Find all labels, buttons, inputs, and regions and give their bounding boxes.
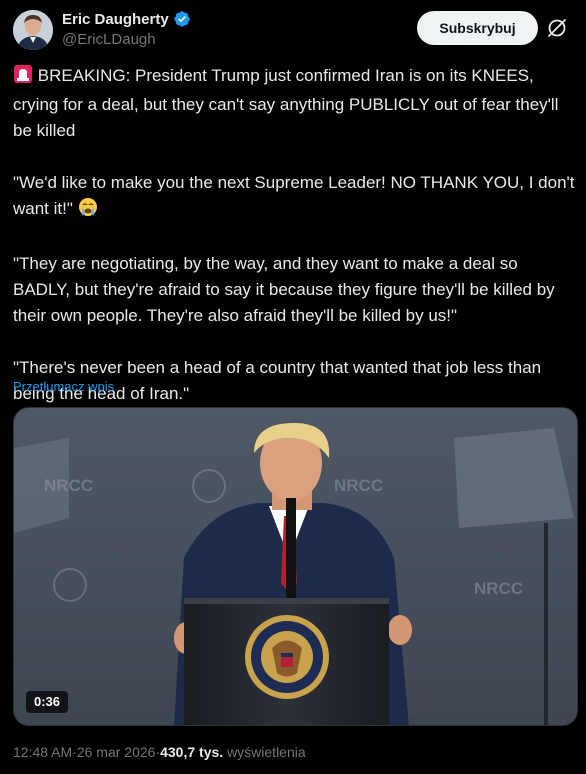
- post-paragraph: BREAKING: President Trump just confirmed…: [13, 63, 575, 144]
- siren-emoji-icon: [13, 64, 33, 92]
- grok-slash-icon[interactable]: [545, 16, 569, 40]
- author-block: Eric Daugherty @EricLDaugh: [62, 10, 191, 48]
- post-text: BREAKING: President Trump just confirmed…: [13, 63, 575, 407]
- avatar[interactable]: [13, 10, 53, 50]
- post-date[interactable]: 26 mar 2026: [77, 744, 156, 760]
- video-frame: NRCC NRCC NRCC: [14, 408, 577, 725]
- author-handle[interactable]: @EricLDaugh: [62, 31, 191, 48]
- subscribe-button[interactable]: Subskrybuj: [417, 11, 538, 45]
- post-header: Eric Daugherty @EricLDaugh Subskrybuj: [13, 8, 578, 52]
- post-meta: 12:48 AM · 26 mar 2026 · 430,7 tys. wyśw…: [13, 744, 306, 760]
- video-duration: 0:36: [26, 691, 69, 713]
- post-paragraph: "They are negotiating, by the way, and t…: [13, 251, 575, 329]
- post-time[interactable]: 12:48 AM: [13, 744, 72, 760]
- author-display-name[interactable]: Eric Daugherty: [62, 11, 169, 28]
- translate-post-link[interactable]: Przetłumacz wpis: [13, 379, 114, 394]
- video-player[interactable]: NRCC NRCC NRCC: [13, 407, 578, 726]
- backdrop-text: NRCC: [474, 579, 523, 598]
- backdrop-text: NRCC: [334, 476, 383, 495]
- views-count[interactable]: 430,7 tys.: [160, 744, 223, 760]
- verified-badge-icon: [174, 11, 190, 27]
- backdrop-text: NRCC: [44, 476, 93, 495]
- presidential-seal-icon: [245, 615, 329, 699]
- post-paragraph: "We'd like to make you the next Supreme …: [13, 170, 575, 225]
- paragraph-text: "They are negotiating, by the way, and t…: [13, 254, 555, 325]
- views-label: wyświetlenia: [227, 744, 306, 760]
- paragraph-text: BREAKING: President Trump just confirmed…: [13, 66, 559, 140]
- loudly-crying-emoji-icon: [78, 197, 98, 225]
